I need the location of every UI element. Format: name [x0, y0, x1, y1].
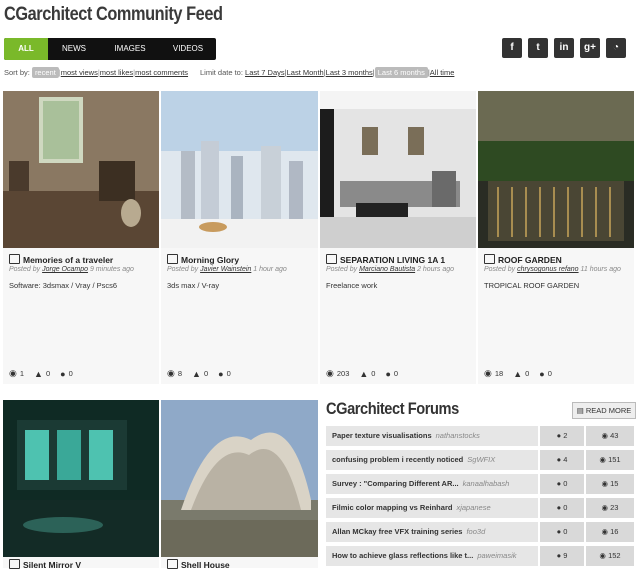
googleplus-icon[interactable]: g+ — [580, 38, 600, 58]
thumbs-up-icon[interactable]: ▲ — [34, 369, 43, 379]
author-link[interactable]: chrysogonus refano — [517, 266, 578, 273]
image-icon — [484, 254, 495, 264]
eye-icon: ◉ — [601, 431, 611, 440]
feed-card[interactable]: ROOF GARDEN Posted by chrysogonus refano… — [478, 91, 634, 384]
card-title[interactable]: Memories of a traveler — [9, 254, 113, 265]
thumbs-up-icon[interactable]: ▲ — [359, 369, 368, 379]
sort-most-views[interactable]: most views — [61, 68, 98, 77]
card-stats: ◉ 18 ▲ 0 ● 0 — [484, 368, 552, 379]
feed-card[interactable]: Morning Glory Posted by Javier Wainstein… — [161, 91, 318, 384]
social-links: f t in g+ ◔ — [502, 38, 626, 58]
card-thumbnail[interactable] — [478, 91, 634, 248]
eye-icon: ◉ — [599, 455, 609, 464]
sort-label: Sort by: — [4, 68, 30, 77]
card-thumbnail[interactable] — [320, 91, 476, 248]
image-icon — [326, 254, 337, 264]
forum-row[interactable]: Allan MCkay free VFX training series foo3… — [326, 522, 634, 542]
author-link[interactable]: Marciano Bautista — [359, 266, 415, 273]
card-title[interactable]: Morning Glory — [167, 254, 239, 265]
tab-all[interactable]: ALL — [4, 38, 48, 60]
comment-icon[interactable]: ● — [218, 369, 223, 379]
card-title[interactable]: Silent Mirror V — [9, 559, 81, 570]
limit-6-months[interactable]: Last 6 months — [374, 67, 428, 78]
eye-icon: ◉ — [601, 503, 611, 512]
feed-card[interactable]: Shell House — [161, 400, 318, 570]
sort-most-comments[interactable]: most comments — [135, 68, 188, 77]
author-link[interactable]: Javier Wainstein — [200, 266, 251, 273]
eye-icon: ◉ — [167, 368, 175, 378]
thumbs-up-icon[interactable]: ▲ — [192, 369, 201, 379]
card-thumbnail[interactable] — [161, 91, 318, 248]
eye-icon: ◉ — [601, 527, 611, 536]
card-meta: Posted by chrysogonus refano 11 hours ag… — [484, 266, 621, 273]
forum-row[interactable]: Survey : "Comparing Different AR... kanaa… — [326, 474, 634, 494]
rss-icon[interactable]: ◔ — [606, 38, 626, 58]
linkedin-icon[interactable]: in — [554, 38, 574, 58]
comment-icon[interactable]: ● — [385, 369, 390, 379]
eye-icon: ◉ — [599, 551, 609, 560]
forum-row[interactable]: confusing problem i recently noticed SgWF… — [326, 450, 634, 470]
card-title[interactable]: SEPARATION LIVING 1A 1 — [326, 254, 445, 265]
limit-7-days[interactable]: Last 7 Days — [245, 68, 285, 77]
page-title: CGarchitect Community Feed — [4, 4, 223, 25]
sort-recent[interactable]: recent — [31, 67, 59, 78]
card-description: TROPICAL ROOF GARDEN — [484, 281, 580, 290]
forum-row[interactable]: How to achieve glass reflections like t.… — [326, 546, 634, 566]
image-icon — [9, 254, 20, 264]
card-description: Software: 3dsmax / Vray / Pscs6 — [9, 281, 118, 290]
comment-icon[interactable]: ● — [539, 369, 544, 379]
tab-news[interactable]: NEWS — [48, 38, 100, 60]
limit-3-months[interactable]: Last 3 months — [326, 68, 373, 77]
comment-icon[interactable]: ● — [60, 369, 65, 379]
card-title[interactable]: ROOF GARDEN — [484, 254, 562, 265]
limit-all-time[interactable]: All time — [430, 68, 455, 77]
facebook-icon[interactable]: f — [502, 38, 522, 58]
twitter-icon[interactable]: t — [528, 38, 548, 58]
card-description: 3ds max / V-ray — [167, 281, 220, 290]
card-thumbnail[interactable] — [161, 400, 318, 557]
feed-card[interactable]: Memories of a traveler Posted by Jorge O… — [3, 91, 159, 384]
filter-tabs: ALL NEWS IMAGES VIDEOS — [4, 38, 216, 60]
eye-icon: ◉ — [9, 368, 17, 378]
feed-card[interactable]: Silent Mirror V — [3, 400, 159, 570]
sort-most-likes[interactable]: most likes — [100, 68, 133, 77]
forums-title: CGarchitect Forums — [326, 399, 459, 418]
date-limit-bar: Limit date to: Last 7 Days|Last Month|La… — [200, 67, 455, 78]
tab-videos[interactable]: VIDEOS — [160, 38, 216, 60]
document-icon: ▤ — [576, 406, 586, 415]
card-title[interactable]: Shell House — [167, 559, 230, 570]
image-icon — [167, 254, 178, 264]
card-stats: ◉ 203 ▲ 0 ● 0 — [326, 368, 399, 379]
card-meta: Posted by Marciano Bautista 2 hours ago — [326, 266, 455, 273]
card-meta: Posted by Jorge Ocampo 9 minutes ago — [9, 266, 134, 273]
limit-last-month[interactable]: Last Month — [287, 68, 324, 77]
read-more-button[interactable]: ▤ READ MORE — [572, 402, 636, 419]
forum-row[interactable]: Paper texture visualisations nathanstocks… — [326, 426, 634, 446]
author-link[interactable]: Jorge Ocampo — [42, 266, 88, 273]
forum-row[interactable]: Filmic color mapping vs Reinhard xjapanes… — [326, 498, 634, 518]
eye-icon: ◉ — [326, 368, 334, 378]
feed-card[interactable]: SEPARATION LIVING 1A 1 Posted by Marcian… — [320, 91, 476, 384]
card-stats: ◉ 1 ▲ 0 ● 0 — [9, 368, 73, 379]
card-meta: Posted by Javier Wainstein 1 hour ago — [167, 266, 287, 273]
card-description: Freelance work — [326, 281, 378, 290]
eye-icon: ◉ — [484, 368, 492, 378]
sort-bar: Sort by: recent |most views|most likes|mo… — [4, 67, 189, 78]
tab-images[interactable]: IMAGES — [100, 38, 160, 60]
thumbs-up-icon[interactable]: ▲ — [513, 369, 522, 379]
card-thumbnail[interactable] — [3, 400, 159, 557]
limit-label: Limit date to: — [200, 68, 243, 77]
card-thumbnail[interactable] — [3, 91, 159, 248]
card-stats: ◉ 8 ▲ 0 ● 0 — [167, 368, 231, 379]
eye-icon: ◉ — [601, 479, 611, 488]
